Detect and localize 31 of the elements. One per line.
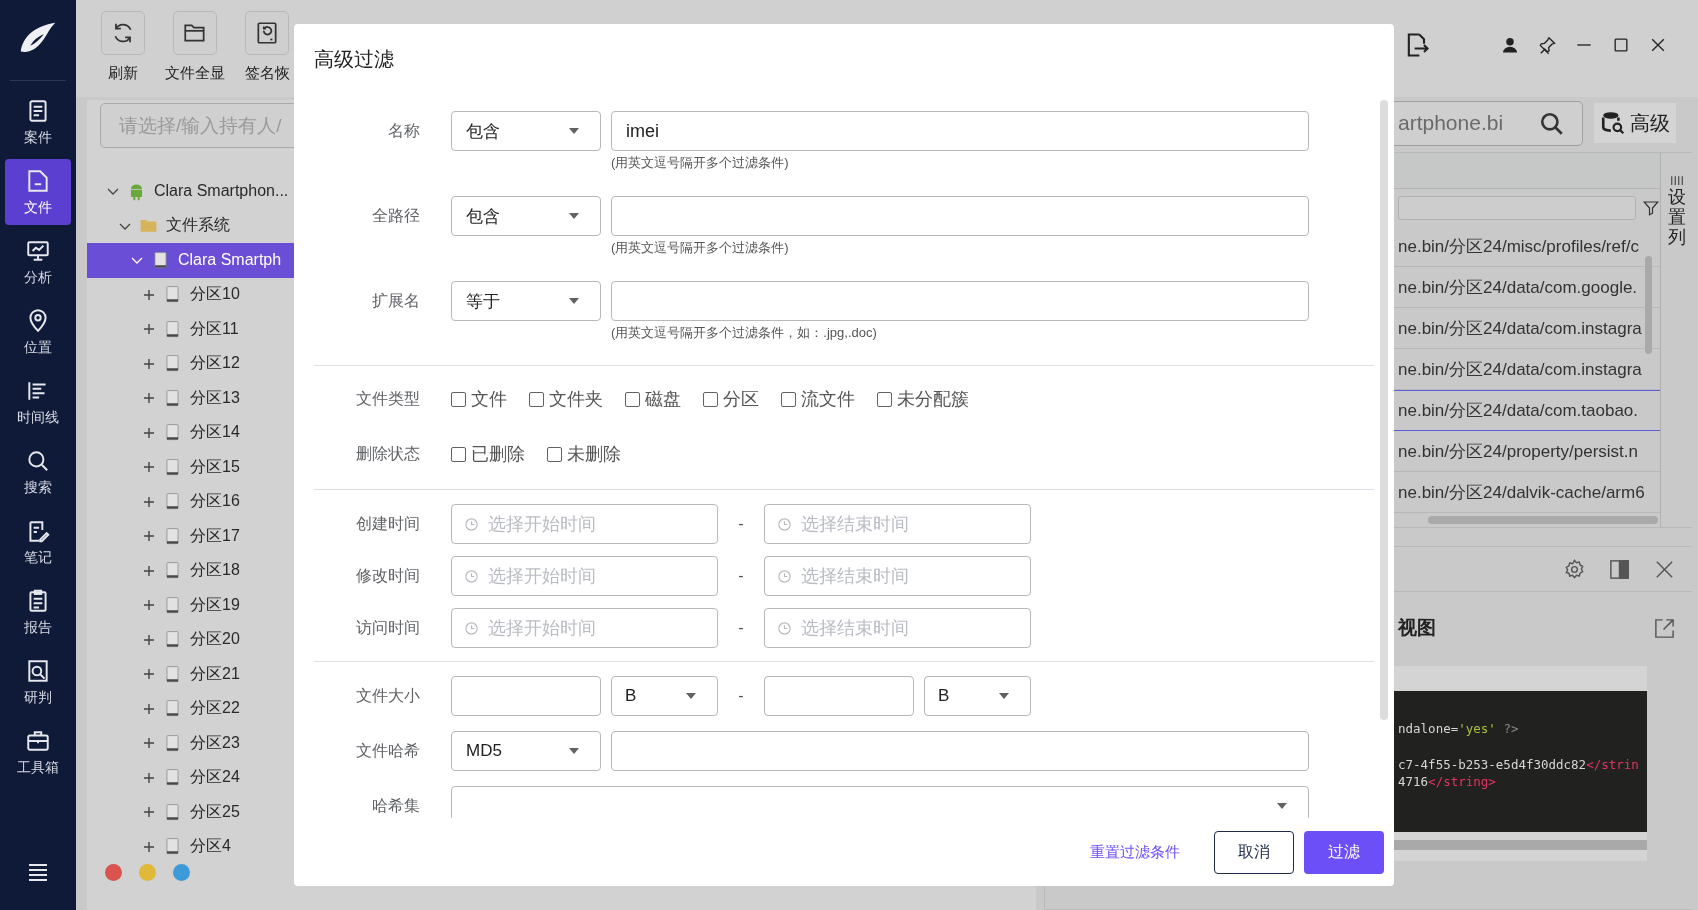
checkbox-label: 磁盘 bbox=[645, 388, 681, 411]
field-label: 修改时间 bbox=[355, 565, 420, 586]
range-separator: - bbox=[737, 567, 745, 585]
code-line: 4716</string> bbox=[1398, 774, 1496, 791]
field-label: 文件类型 bbox=[355, 388, 420, 409]
field-label: 文件大小 bbox=[355, 685, 420, 706]
code-line: ndalone='yes' ?> bbox=[1398, 721, 1519, 738]
hint-text: (用英文逗号隔开多个过滤条件，如：.jpg,.doc) bbox=[611, 324, 878, 342]
checkbox-label: 已删除 bbox=[471, 443, 525, 466]
hint-text: (用英文逗号隔开多个过滤条件) bbox=[611, 154, 790, 172]
checkbox-label: 流文件 bbox=[801, 388, 855, 411]
checkbox-label: 分区 bbox=[723, 388, 759, 411]
field-label: 哈希集 bbox=[371, 796, 420, 816]
checkbox-label: 未分配簇 bbox=[897, 388, 969, 411]
hint-text: (用英文逗号隔开多个过滤条件) bbox=[611, 239, 790, 257]
code-line: c7-4f55-b253-e5d4f30ddc82</strin bbox=[1398, 757, 1639, 774]
checkbox-label: 未删除 bbox=[567, 443, 621, 466]
field-label: 扩展名 bbox=[371, 290, 420, 311]
dialog-title: 高级过滤 bbox=[313, 47, 395, 72]
checkbox-label: 文件夹 bbox=[549, 388, 603, 411]
field-label: 名称 bbox=[387, 120, 420, 141]
checkbox-label: 文件 bbox=[471, 388, 507, 411]
field-label: 创建时间 bbox=[355, 513, 420, 534]
range-separator: - bbox=[737, 619, 745, 637]
field-label: 文件哈希 bbox=[355, 740, 420, 761]
range-separator: - bbox=[737, 515, 745, 533]
field-label: 全路径 bbox=[371, 205, 420, 226]
preview-title: 视图 bbox=[1398, 616, 1436, 640]
field-label: 访问时间 bbox=[355, 617, 420, 638]
range-separator: - bbox=[737, 687, 745, 705]
field-label: 删除状态 bbox=[355, 443, 420, 464]
